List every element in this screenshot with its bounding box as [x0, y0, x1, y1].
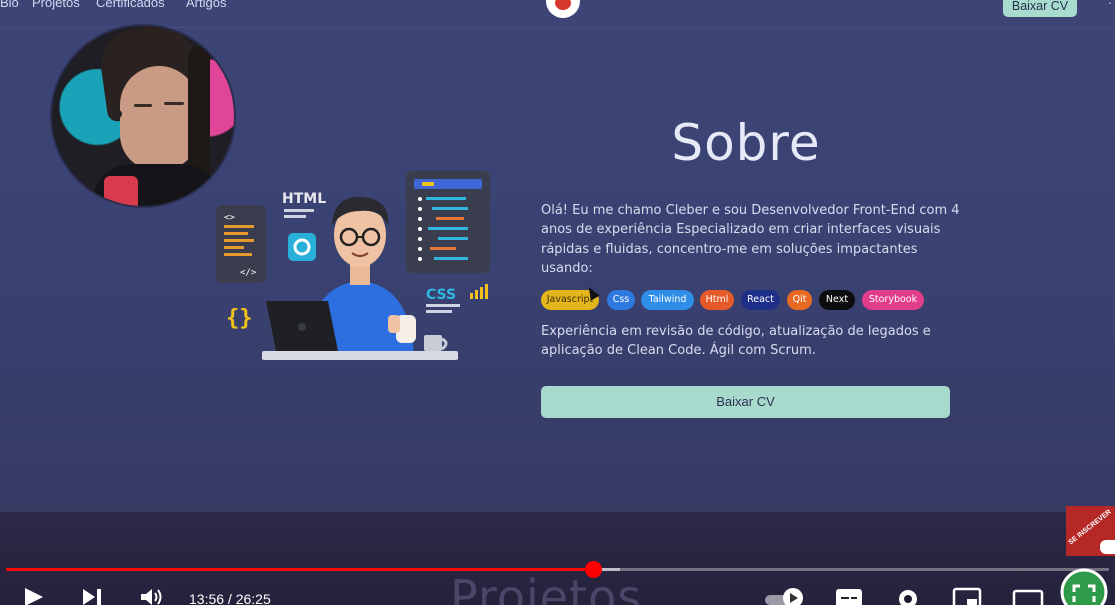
theater-mode-icon[interactable] [1012, 585, 1044, 605]
play-icon[interactable] [22, 585, 46, 605]
webcam-overlay [50, 24, 236, 208]
video-player[interactable]: Bio Projetos Certificados Artigos Baixar… [0, 0, 1115, 605]
site-navbar: Bio Projetos Certificados Artigos Baixar… [0, 0, 1115, 28]
settings-gear-icon[interactable] [894, 585, 922, 605]
tech-tag-git: Qit [787, 290, 812, 310]
subtitles-icon[interactable] [834, 585, 864, 605]
projects-section-title: Projetos [450, 570, 643, 605]
mug-icon [424, 335, 448, 351]
code-card-left-icon: <> </> [216, 205, 266, 283]
hand-pointer-icon [1100, 540, 1115, 554]
nav-download-cv-button[interactable]: Baixar CV [1003, 0, 1077, 17]
gear-icon [288, 233, 316, 261]
next-video-icon[interactable] [80, 585, 104, 605]
webcam-mic [104, 176, 138, 206]
css-label: CSS [426, 287, 456, 303]
site-logo[interactable] [546, 0, 580, 18]
nav-link-projetos[interactable]: Projetos [32, 0, 80, 10]
autoplay-toggle-icon[interactable] [763, 585, 807, 605]
developer-illustration: <> </> HTML {} CSS [216, 171, 490, 360]
nav-link-bio[interactable]: Bio [0, 0, 19, 10]
volume-icon[interactable] [138, 585, 166, 605]
nav-link-artigos[interactable]: Artigos [186, 0, 226, 10]
nav-menu-icon[interactable]: ⋮ [1104, 0, 1115, 6]
progress-played [6, 568, 593, 571]
about-experience-text: Experiência em revisão de código, atuali… [541, 324, 931, 359]
subscribe-watermark[interactable]: SE INSCREVER [1066, 506, 1115, 556]
signal-bars-icon [470, 284, 488, 299]
time-display: 13:56 / 26:25 [189, 591, 271, 605]
nav-link-certificados[interactable]: Certificados [96, 0, 165, 10]
webcam-brow [134, 104, 152, 107]
tech-tag-storybook: Storybook [862, 290, 924, 310]
download-cv-button[interactable]: Baixar CV [541, 386, 950, 418]
webcam-face [120, 66, 198, 170]
html-label: HTML [282, 191, 326, 207]
close-tag-glyph: </> [240, 268, 257, 278]
tech-tag-tailwind: Tailwind [641, 290, 694, 310]
progress-bar[interactable] [6, 561, 1109, 578]
tech-tag-react: React [741, 290, 780, 310]
tech-tag-html: Html [700, 290, 734, 310]
website-frame: Bio Projetos Certificados Artigos Baixar… [0, 0, 1115, 512]
miniplayer-icon[interactable] [952, 585, 982, 605]
about-title: Sobre [671, 114, 821, 172]
progress-scrubber-handle[interactable] [584, 561, 602, 578]
projects-section-peek: Projetos [0, 512, 1115, 605]
about-intro-text: Olá! Eu me chamo Cleber e sou Desenvolve… [541, 203, 960, 276]
fullscreen-icon[interactable] [1058, 568, 1110, 605]
tech-tag-css: Css [607, 290, 635, 310]
webcam-earring [114, 110, 122, 118]
webcam-brow [164, 102, 184, 105]
tech-tag-next: Next [819, 290, 855, 310]
braces-icon: {} [226, 306, 253, 331]
code-glyph: <> [224, 213, 235, 223]
code-card-right-icon [406, 171, 490, 273]
